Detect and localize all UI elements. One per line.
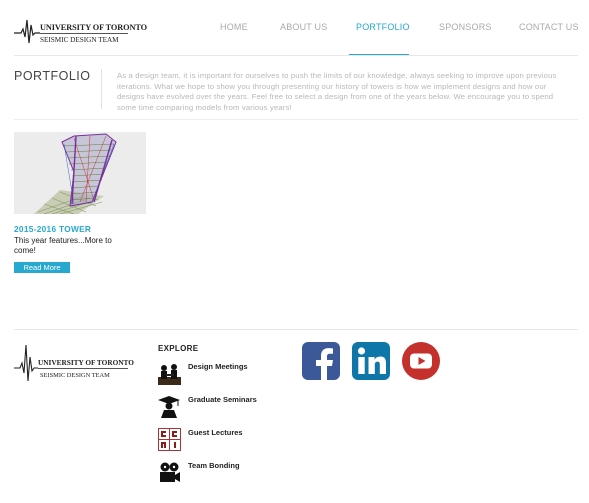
explore-guest-lectures-label: Guest Lectures <box>188 428 243 437</box>
intro-divider <box>14 119 578 120</box>
explore-design-meetings-label: Design Meetings <box>188 362 248 371</box>
explore-guest-lectures[interactable]: Guest Lectures <box>158 428 278 452</box>
explore-heading: EXPLORE <box>158 344 199 353</box>
tower-card-description: This year features...More to come! <box>14 236 112 255</box>
nav-home[interactable]: HOME <box>220 22 248 32</box>
explore-design-meetings[interactable]: Design Meetings <box>158 362 278 386</box>
title-divider <box>101 69 102 109</box>
graduate-icon <box>158 395 181 418</box>
tower-card-title[interactable]: 2015-2016 TOWER <box>14 224 91 234</box>
read-more-button[interactable]: Read More <box>14 262 70 273</box>
footer-logo-rule <box>38 368 128 369</box>
meeting-icon <box>158 362 181 385</box>
film-icon <box>158 461 181 484</box>
linkedin-icon[interactable] <box>352 342 390 380</box>
facebook-icon[interactable] <box>302 342 340 380</box>
main-nav: HOME ABOUT US PORTFOLIO SPONSORS CONTACT… <box>0 22 589 34</box>
footer-logo-team-text: SEISMIC DESIGN TEAM <box>40 372 110 379</box>
nav-sponsors[interactable]: SPONSORS <box>439 22 492 32</box>
explore-graduate-seminars[interactable]: Graduate Seminars <box>158 395 278 419</box>
footer-divider <box>14 329 578 330</box>
footer-logo-university-text: UNIVERSITY OF TORONTO <box>38 358 134 367</box>
header-divider <box>14 55 578 56</box>
nav-portfolio[interactable]: PORTFOLIO <box>356 22 410 32</box>
explore-team-bonding[interactable]: Team Bonding <box>158 461 278 485</box>
lecture-icon <box>158 428 181 451</box>
page-title: PORTFOLIO <box>14 69 91 83</box>
youtube-icon[interactable] <box>402 342 440 380</box>
explore-team-bonding-label: Team Bonding <box>188 461 240 470</box>
intro-text: As a design team, it is important for ou… <box>117 71 557 112</box>
nav-contact-us[interactable]: CONTACT US <box>519 22 579 32</box>
tower-render-image <box>14 132 146 214</box>
footer-seismograph-icon <box>14 344 38 382</box>
footer-logo[interactable]: UNIVERSITY OF TORONTO SEISMIC DESIGN TEA… <box>14 343 134 383</box>
explore-graduate-seminars-label: Graduate Seminars <box>188 395 257 404</box>
tower-thumbnail[interactable] <box>14 132 146 214</box>
logo-team-text: SEISMIC DESIGN TEAM <box>40 36 119 44</box>
nav-about-us[interactable]: ABOUT US <box>280 22 327 32</box>
